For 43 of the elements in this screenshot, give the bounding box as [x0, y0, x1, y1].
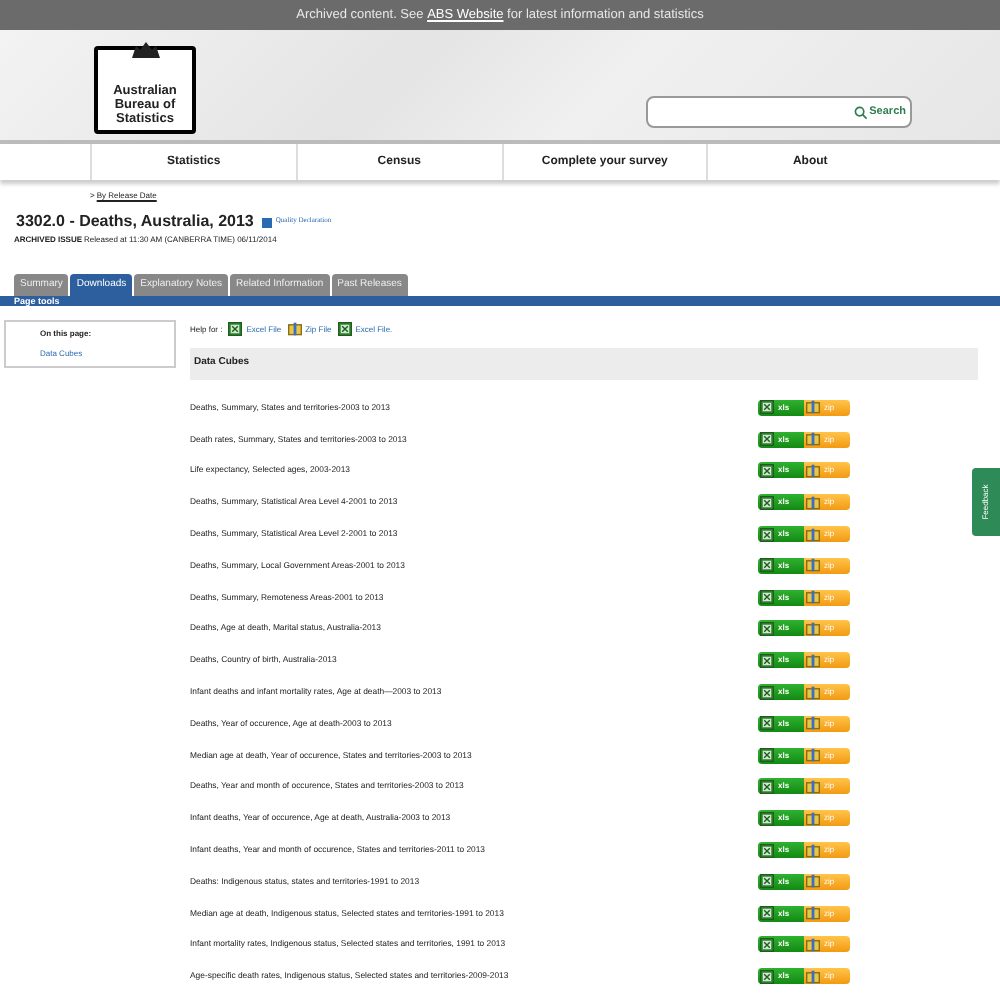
zip-icon [806, 748, 820, 763]
zip-icon [806, 937, 820, 952]
zip-icon [806, 558, 820, 573]
spreadsheet-icon [760, 463, 774, 478]
zip-icon [806, 495, 820, 510]
spreadsheet-icon [760, 811, 774, 826]
spreadsheet-icon [760, 716, 774, 731]
search-icon [853, 105, 868, 119]
zip-icon [806, 685, 820, 700]
spreadsheet-icon [228, 322, 243, 336]
zip-icon [806, 621, 820, 636]
spreadsheet-icon [760, 527, 774, 542]
spreadsheet-icon [760, 779, 774, 794]
zip-icon [806, 716, 820, 731]
spreadsheet-icon [760, 843, 774, 858]
spreadsheet-icon [760, 400, 774, 415]
zip-icon [806, 463, 820, 478]
spreadsheet-icon [760, 621, 774, 636]
zip-icon [806, 590, 820, 605]
spreadsheet-icon [760, 685, 774, 700]
spreadsheet-icon [760, 906, 774, 921]
zip-icon [806, 527, 820, 542]
zip-icon [806, 400, 820, 415]
spreadsheet-icon [760, 432, 774, 447]
zip-icon [287, 322, 302, 336]
zip-icon [806, 779, 820, 794]
spreadsheet-icon [760, 874, 774, 889]
zip-icon [806, 906, 820, 921]
zip-icon [806, 874, 820, 889]
zip-icon [806, 432, 820, 447]
page-title: 3302.0 - Deaths, Australia, 2013 [16, 210, 254, 234]
spreadsheet-icon [760, 590, 774, 605]
spreadsheet-icon [760, 748, 774, 763]
spreadsheet-icon [760, 495, 774, 510]
zip-icon [806, 843, 820, 858]
spreadsheet-icon [760, 969, 774, 984]
zip-icon [806, 653, 820, 668]
spreadsheet-icon [760, 653, 774, 668]
spreadsheet-icon [760, 558, 774, 573]
zip-icon [806, 811, 820, 826]
zip-icon [806, 969, 820, 984]
spreadsheet-icon [337, 322, 352, 336]
spreadsheet-icon [760, 937, 774, 952]
